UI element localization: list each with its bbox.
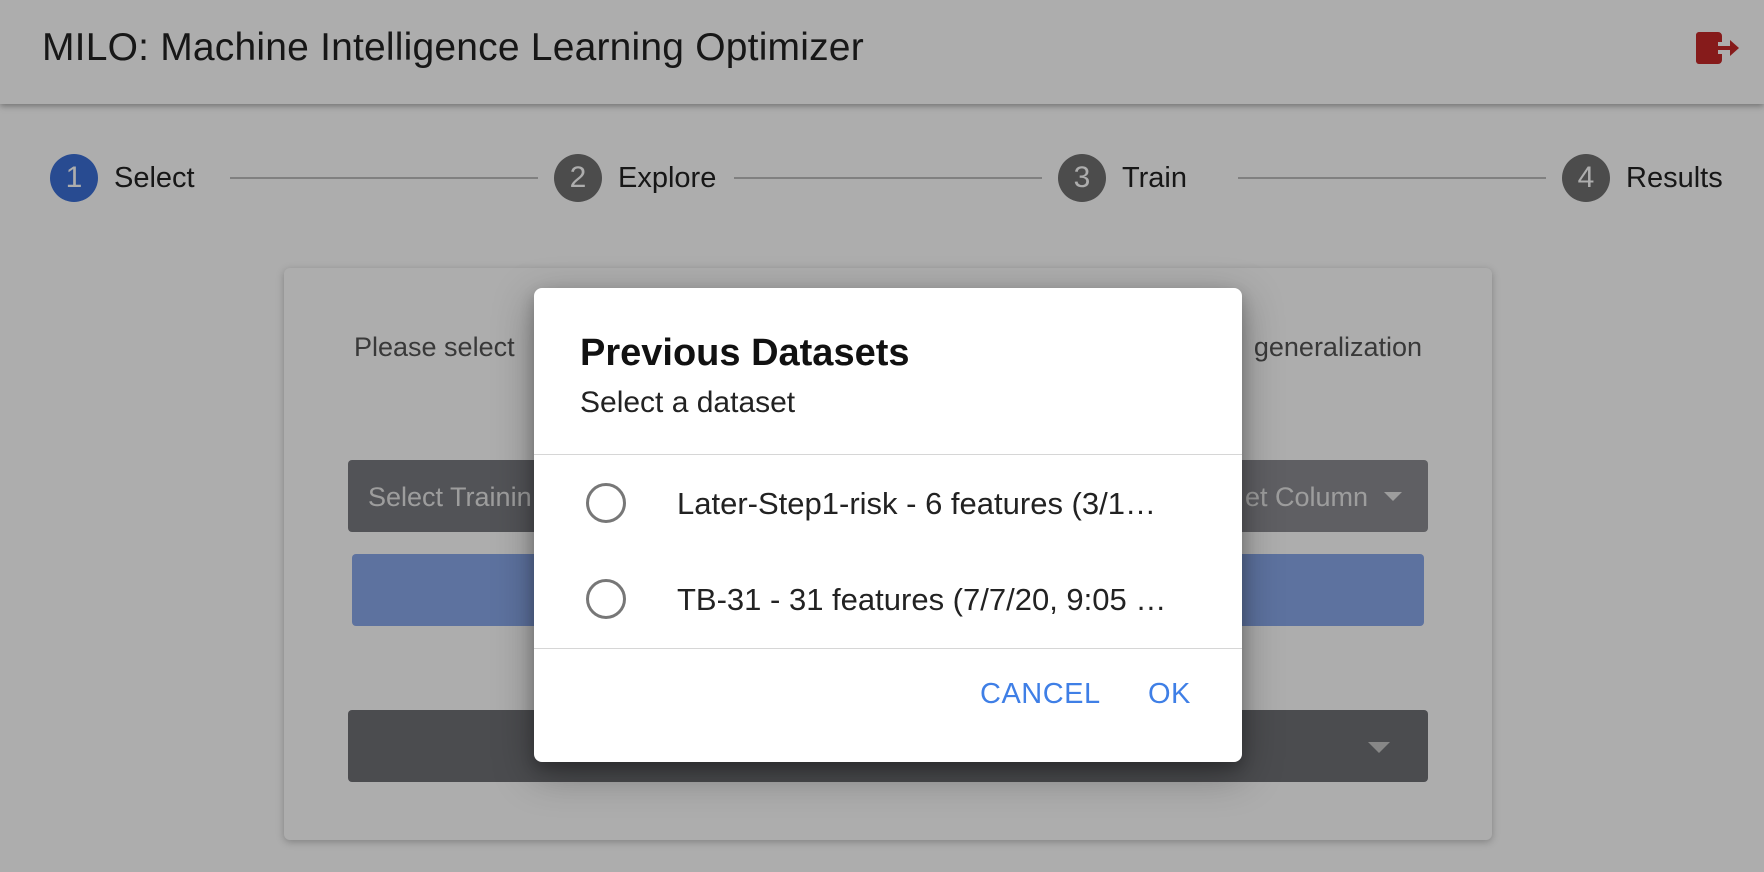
- radio-button[interactable]: [586, 483, 626, 523]
- radio-button[interactable]: [586, 579, 626, 619]
- divider: [534, 648, 1242, 649]
- divider: [534, 454, 1242, 455]
- dialog-title: Previous Datasets: [580, 332, 910, 374]
- dataset-option-label: TB-31 - 31 features (7/7/20, 9:05 …: [677, 582, 1167, 617]
- ok-button[interactable]: OK: [1148, 678, 1191, 711]
- dataset-option[interactable]: TB-31 - 31 features (7/7/20, 9:05 …: [534, 552, 1242, 648]
- cancel-button[interactable]: CANCEL: [980, 678, 1101, 711]
- previous-datasets-dialog: Previous Datasets Select a dataset Later…: [534, 288, 1242, 762]
- dataset-option-label: Later-Step1-risk - 6 features (3/1…: [677, 486, 1156, 521]
- dialog-subtitle: Select a dataset: [580, 386, 796, 419]
- dataset-option[interactable]: Later-Step1-risk - 6 features (3/1…: [534, 456, 1242, 552]
